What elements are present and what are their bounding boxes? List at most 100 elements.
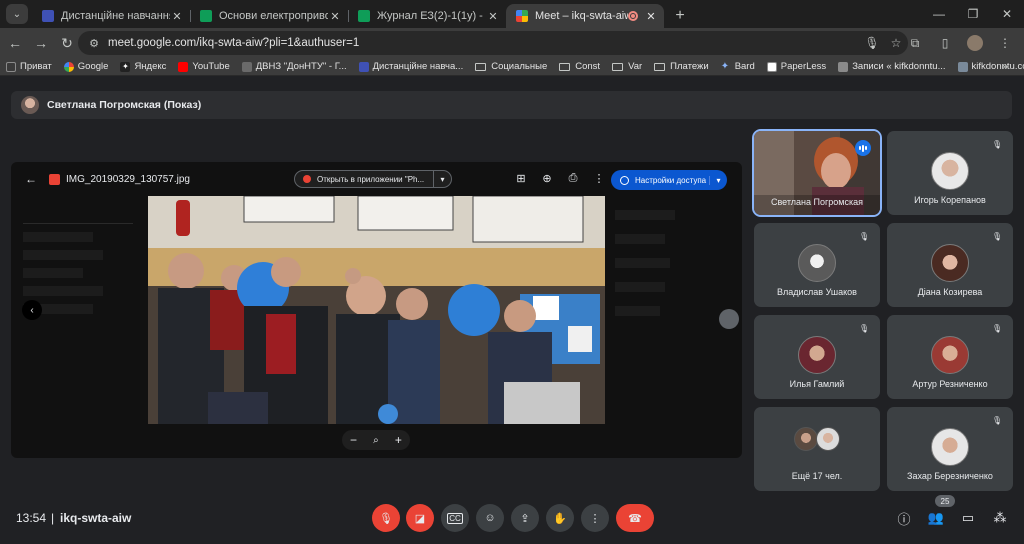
- people-button[interactable]: 👥: [926, 508, 946, 528]
- chevron-down-icon[interactable]: ▾: [709, 175, 727, 185]
- reactions-button[interactable]: ☺: [476, 504, 504, 532]
- new-tab-button[interactable]: +: [668, 4, 692, 28]
- bookmark-privat[interactable]: Приват: [6, 61, 52, 72]
- people-icon: 👥: [927, 510, 945, 525]
- blog-icon: [838, 61, 849, 72]
- participant-tile[interactable]: Светлана Погромская: [752, 129, 882, 217]
- bookmark-const[interactable]: Const: [559, 61, 600, 72]
- bookmark-payments[interactable]: Платежи: [654, 61, 709, 72]
- tab-title: Meet – ikq-swta-aiw: [535, 10, 628, 22]
- back-arrow-icon[interactable]: ←: [25, 172, 37, 186]
- bookmark-social[interactable]: Социальные: [475, 61, 547, 72]
- bookmark-kifk[interactable]: kifkdonntu.com.ua: [957, 61, 1024, 72]
- bookmark-label: Дистанційне навча...: [372, 61, 464, 72]
- address-bar[interactable]: ⚙ meet.google.com/ikq-swta-aiw?pli=1&aut…: [78, 31, 908, 55]
- camera-toggle-button[interactable]: ◪: [406, 504, 434, 532]
- info-icon: ⓘ: [897, 511, 911, 527]
- back-icon[interactable]: ←: [2, 30, 28, 56]
- participant-tile[interactable]: 🎙 Артур Резниченко: [887, 315, 1013, 399]
- leave-call-button[interactable]: ☎: [616, 504, 654, 532]
- tab-distance-learning[interactable]: Дистанційне навчання в ВСП ✕: [32, 4, 190, 28]
- zoom-in-icon[interactable]: +: [395, 433, 402, 447]
- minimize-icon[interactable]: —: [922, 0, 956, 28]
- participant-tile[interactable]: 🎙 Захар Березниченко: [887, 407, 1013, 491]
- activities-button[interactable]: ⁂: [990, 508, 1010, 528]
- bookmark-distance[interactable]: Дистанційне навча...: [358, 61, 464, 72]
- tab-electric-drive[interactable]: Основи електропривода (+Ву ✕: [190, 4, 348, 28]
- profile-avatar[interactable]: [967, 35, 983, 51]
- captions-button[interactable]: CC: [441, 504, 469, 532]
- forward-icon[interactable]: →: [28, 30, 54, 56]
- participant-tile[interactable]: 🎙 Діана Козирева: [887, 223, 1013, 307]
- bookmark-paperless[interactable]: PaperLess: [766, 61, 826, 72]
- tab-search-button[interactable]: ⌄: [6, 4, 28, 24]
- bookmark-google[interactable]: Google: [63, 61, 108, 72]
- participant-name: Владислав Ушаков: [777, 287, 857, 297]
- yandex-icon: ✦: [120, 61, 131, 72]
- add-comment-icon[interactable]: ⊕: [534, 172, 560, 185]
- print-icon[interactable]: ⎙: [560, 172, 586, 185]
- add-to-folder-icon[interactable]: ⊞: [508, 172, 534, 185]
- mic-off-icon: 🎙: [992, 232, 1003, 241]
- extensions-icon[interactable]: ⧉: [900, 30, 930, 56]
- avatar: [794, 427, 818, 451]
- open-with-button[interactable]: Открыть в приложении "Ph... ▾: [294, 170, 452, 188]
- microphone-icon[interactable]: 🎙: [860, 36, 884, 50]
- browser-toolbar: ← → ↻ ⚙ meet.google.com/ikq-swta-aiw?pli…: [0, 28, 1024, 58]
- chat-button[interactable]: ▭: [958, 508, 978, 528]
- emoji-icon: ☺: [484, 512, 496, 524]
- open-with-label: Открыть в приложении "Ph...: [317, 174, 425, 184]
- participant-tile[interactable]: 🎙 Игорь Корепанов: [887, 131, 1013, 215]
- more-options-button[interactable]: ⋮: [581, 504, 609, 532]
- raise-hand-button[interactable]: ✋: [546, 504, 574, 532]
- folder-icon: [654, 62, 666, 71]
- close-window-icon[interactable]: ✕: [990, 0, 1024, 28]
- site-info-icon[interactable]: ⚙: [86, 35, 102, 51]
- camera-off-icon: ◪: [414, 512, 426, 525]
- bookmark-donntu[interactable]: ДВНЗ "ДонНТУ" - Г...: [241, 61, 347, 72]
- mic-toggle-button[interactable]: 🎙: [372, 504, 400, 532]
- hang-up-icon: ☎: [628, 512, 642, 525]
- background-drive-list: [615, 210, 725, 450]
- side-panel-icon[interactable]: ▯: [930, 30, 960, 56]
- bookmark-records[interactable]: Записи « kifkdonntu...: [838, 61, 946, 72]
- zoom-out-icon[interactable]: −: [350, 433, 357, 447]
- share-settings-button[interactable]: Настройки доступа ▾: [611, 170, 727, 190]
- mic-off-icon: 🎙: [992, 324, 1003, 333]
- restore-icon[interactable]: ❐: [956, 0, 990, 28]
- next-image-icon[interactable]: [719, 309, 739, 329]
- activities-icon: ⁂: [993, 510, 1007, 525]
- more-bookmarks-icon[interactable]: »: [1002, 61, 1008, 73]
- sheets-favicon-icon: [358, 10, 370, 22]
- participant-tile[interactable]: 🎙 Владислав Ушаков: [754, 223, 880, 307]
- more-options-icon[interactable]: ⋮: [586, 172, 612, 185]
- tab-meet[interactable]: Meet – ikq-swta-aiw ✕: [506, 4, 664, 28]
- url-text[interactable]: meet.google.com/ikq-swta-aiw?pli=1&authu…: [108, 37, 860, 49]
- meeting-info-button[interactable]: ⓘ: [894, 508, 914, 528]
- close-icon[interactable]: ✕: [170, 10, 184, 23]
- tab-title: Дистанційне навчання в ВСП: [61, 10, 170, 22]
- tab-journal[interactable]: Журнал ЕЗ(2)-1(1у) - Google Та ✕: [348, 4, 506, 28]
- bookmark-youtube[interactable]: YouTube: [178, 61, 230, 72]
- present-button[interactable]: ⇪: [511, 504, 539, 532]
- close-icon[interactable]: ✕: [644, 10, 658, 23]
- zoom-fit-icon[interactable]: ⌕: [373, 435, 379, 446]
- chevron-down-icon[interactable]: ▾: [433, 170, 451, 188]
- bookmark-yandex[interactable]: ✦ Яндекс: [120, 61, 166, 72]
- bookmark-bard[interactable]: ✦ Bard: [721, 61, 755, 72]
- previous-image-icon[interactable]: ‹: [22, 300, 42, 320]
- mic-off-icon: 🎙: [992, 140, 1003, 149]
- participant-tile-others[interactable]: Ещё 17 чел.: [754, 407, 880, 491]
- hand-icon: ✋: [553, 512, 567, 525]
- close-icon[interactable]: ✕: [328, 10, 342, 23]
- meeting-time: 13:54: [16, 511, 47, 525]
- more-vert-icon: ⋮: [589, 512, 601, 525]
- participant-tile[interactable]: 🎙 Илья Гамлий: [754, 315, 880, 399]
- reload-icon[interactable]: ↻: [54, 30, 80, 56]
- folder-icon: [612, 62, 624, 71]
- bookmark-var[interactable]: Var: [612, 61, 642, 72]
- menu-icon[interactable]: ⋮: [990, 30, 1020, 56]
- bookmark-label: Const: [575, 61, 601, 72]
- close-icon[interactable]: ✕: [486, 10, 500, 23]
- speaking-indicator-icon: [855, 140, 871, 156]
